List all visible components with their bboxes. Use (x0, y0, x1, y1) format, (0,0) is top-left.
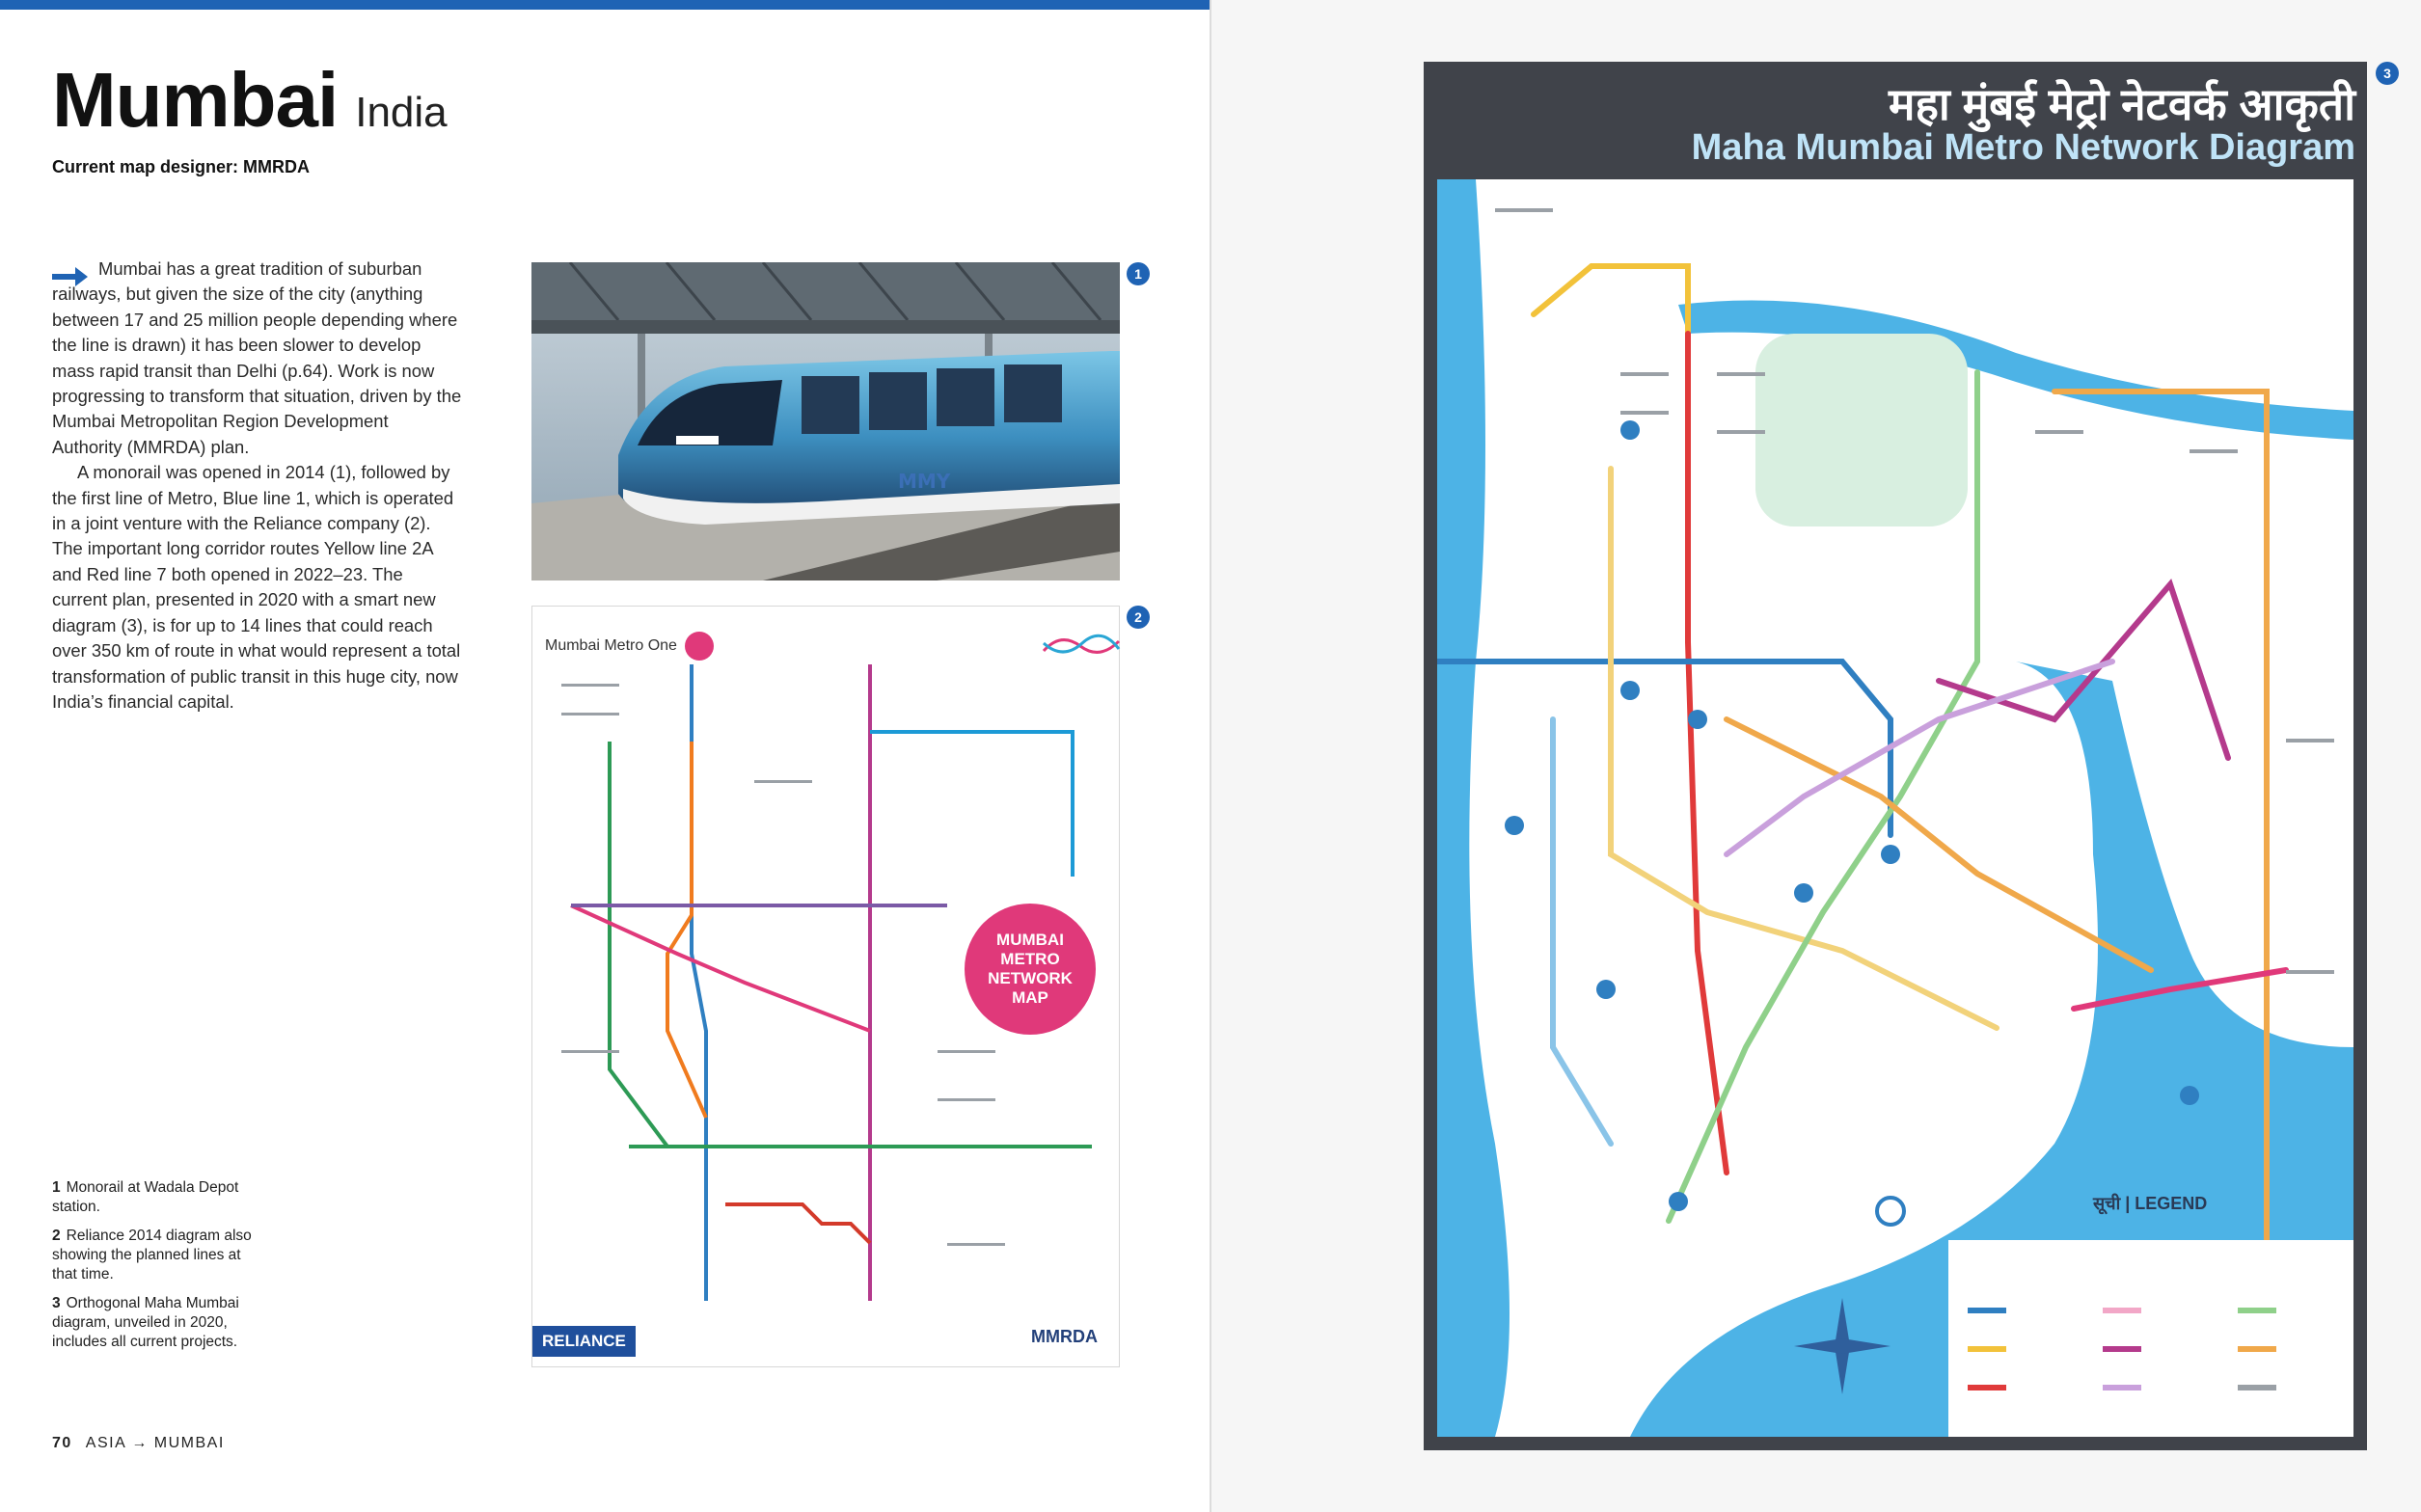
figure-captions: 1 Monorail at Wadala Depot station. 2 Reli… (52, 1178, 255, 1362)
accent-bar (0, 0, 1210, 10)
legend-title: सूची | LEGEND (2093, 1194, 2208, 1213)
book-spread: Mumbai India Current map designer: MMRDA … (0, 0, 2421, 1512)
article-body: Mumbai has a great tradition of suburban… (52, 256, 462, 715)
monorail-photo: MMY (531, 262, 1120, 580)
country-name: India (355, 89, 448, 136)
section-label: ASIA → MUMBAI (85, 1435, 225, 1451)
diagram-3-title-english: Maha Mumbai Metro Network Diagram (1691, 127, 2355, 168)
caption-text: Monorail at Wadala Depot station. (52, 1179, 239, 1215)
figure-3-badge: 3 (2376, 62, 2399, 85)
caption-number: 3 (52, 1295, 61, 1311)
diagram-2-title: Mumbai Metro One (545, 637, 677, 654)
arrow-right-icon (52, 267, 88, 286)
diagram-3-title-hindi: महा मुंबई मेट्रो नेटवर्क आकृती (1888, 79, 2355, 129)
right-page: महा मुंबई मेट्रो नेटवर्क आकृती Maha Mumb… (1211, 0, 2421, 1512)
mmrda-logo: MMRDA (1031, 1327, 1098, 1346)
metro-one-logo-icon (685, 632, 714, 661)
reliance-logo: RELIANCE (532, 1326, 636, 1357)
maha-mumbai-diagram: महा मुंबई मेट्रो नेटवर्क आकृती Maha Mumb… (1424, 62, 2367, 1450)
page-footer: 70 ASIA → MUMBAI (52, 1435, 225, 1452)
caption-text: Reliance 2014 diagram also showing the p… (52, 1228, 252, 1282)
caption-2: 2 Reliance 2014 diagram also showing the … (52, 1227, 255, 1284)
paragraph-1: Mumbai has a great tradition of suburban… (52, 258, 462, 457)
network-map-badge-label: MUMBAI METRO NETWORK MAP (988, 931, 1073, 1007)
paragraph-2: A monorail was opened in 2014 (1), follo… (52, 462, 461, 712)
map-designer: Current map designer: MMRDA (52, 157, 311, 176)
reliance-metro-diagram: Mumbai Metro One MUMBAI METRO NETWORK MA… (531, 606, 1121, 1367)
svg-text:MMY: MMY (898, 470, 951, 493)
network-map-badge: MUMBAI METRO NETWORK MAP (965, 904, 1096, 1035)
caption-number: 2 (52, 1228, 61, 1244)
maha-mumbai-network (1437, 179, 2353, 1437)
city-name: Mumbai (52, 57, 339, 143)
page-title: Mumbai India (52, 56, 448, 145)
page-number: 70 (52, 1435, 72, 1451)
diagram-3-map: सूची | LEGEND (1437, 179, 2353, 1437)
caption-3: 3 Orthogonal Maha Mumbai diagram, unveile… (52, 1294, 255, 1352)
metro-waves-icon (1042, 634, 1121, 654)
caption-number: 1 (52, 1179, 61, 1196)
caption-text: Orthogonal Maha Mumbai diagram, unveiled… (52, 1295, 239, 1350)
caption-1: 1 Monorail at Wadala Depot station. (52, 1178, 255, 1217)
figure-1-badge: 1 (1127, 262, 1150, 285)
left-page: Mumbai India Current map designer: MMRDA … (0, 0, 1210, 1512)
figure-2-badge: 2 (1127, 606, 1150, 629)
